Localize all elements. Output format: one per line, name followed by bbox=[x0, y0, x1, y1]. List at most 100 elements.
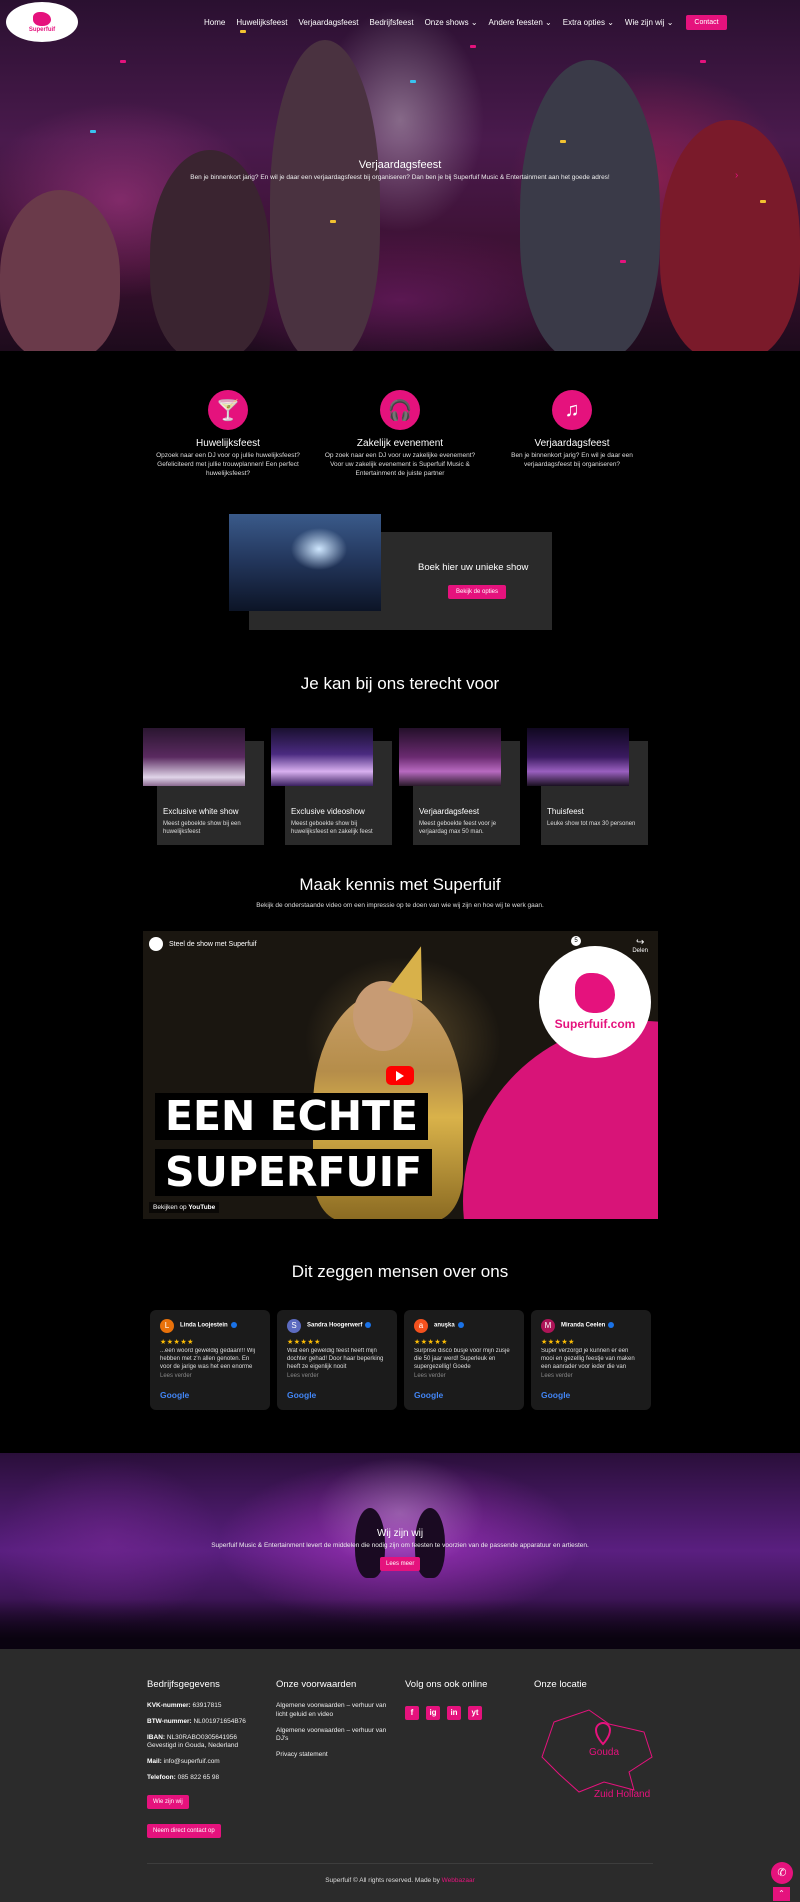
services-title: Je kan bij ons terecht voor bbox=[300, 674, 500, 693]
whatsapp-icon[interactable]: ✆ bbox=[771, 1862, 793, 1884]
youtube-icon[interactable]: yt bbox=[468, 1706, 482, 1720]
youtube-video-embed[interactable]: Superfuif.com Steel de show met Superfui… bbox=[143, 931, 658, 1219]
avatar: S bbox=[287, 1319, 301, 1333]
watch-on-youtube[interactable]: Bekijken op YouTube bbox=[149, 1202, 220, 1213]
facebook-icon[interactable]: f bbox=[405, 1706, 419, 1720]
read-more-button[interactable]: Lees meer bbox=[380, 1557, 421, 1571]
hero-person bbox=[520, 60, 660, 351]
hero-section: Superfuif Home Huwelijksfeest Verjaardag… bbox=[0, 0, 800, 351]
footer-divider bbox=[147, 1863, 653, 1864]
map-city: Gouda bbox=[589, 1747, 620, 1758]
service-card-white-show[interactable]: Exclusive white show Meest geboekte show… bbox=[143, 728, 264, 845]
slider-next-arrow-icon[interactable]: › bbox=[735, 170, 745, 181]
about-title: Wij zijn wij bbox=[376, 1528, 424, 1539]
verified-icon bbox=[365, 1322, 372, 1328]
feature-huwelijksfeest[interactable]: 🍸 Huwelijksfeest Opzoek naar een DJ voor… bbox=[148, 390, 308, 478]
video-headline-1: EEN ECHTE bbox=[155, 1093, 428, 1141]
footer-location: Onze locatie Gouda Zuid Holland bbox=[534, 1679, 664, 1802]
verified-icon bbox=[608, 1322, 615, 1328]
play-button[interactable] bbox=[386, 1066, 414, 1085]
party-hat bbox=[387, 940, 439, 1002]
footer-company: Bedrijfsgegevens KVK-nummer: 63917815 BT… bbox=[147, 1679, 262, 1848]
hero-title: Verjaardagsfeest bbox=[358, 159, 442, 171]
dj-stage-image bbox=[229, 514, 381, 611]
footer-terms: Onze voorwaarden Algemene voorwaarden – … bbox=[276, 1679, 391, 1767]
chevron-down-icon: ⌄ bbox=[545, 18, 552, 27]
share-button[interactable]: ↪ Delen bbox=[632, 937, 648, 954]
instagram-icon[interactable]: ig bbox=[426, 1706, 440, 1720]
rating-stars: ★★★★★ bbox=[414, 1339, 448, 1346]
hero-person bbox=[660, 120, 800, 351]
service-card-verjaardagsfeest[interactable]: Verjaardagsfeest Meest geboekte feest vo… bbox=[399, 728, 520, 845]
cocktail-icon: 🍸 bbox=[208, 390, 248, 430]
chevron-down-icon: ⌄ bbox=[470, 18, 478, 27]
verified-icon bbox=[230, 1322, 237, 1328]
read-more-link[interactable]: Lees verder bbox=[414, 1373, 446, 1379]
rating-stars: ★★★★★ bbox=[287, 1339, 321, 1346]
review-card: L Linda Loojestein ★★★★★ ...een woord ge… bbox=[150, 1310, 270, 1410]
chevron-down-icon: ⌄ bbox=[607, 18, 614, 27]
music-note-icon: ♫ bbox=[552, 390, 592, 430]
nav-onze-shows[interactable]: Onze shows ⌄ bbox=[425, 18, 478, 27]
video-title[interactable]: Steel de show met Superfuif bbox=[169, 941, 257, 948]
avatar: a bbox=[414, 1319, 428, 1333]
intro-title: Maak kennis met Superfuif bbox=[299, 875, 501, 894]
map-region: Zuid Holland bbox=[594, 1789, 651, 1800]
review-card: S Sandra Hoogerwerf ★★★★★ Wat een geweld… bbox=[277, 1310, 397, 1410]
footer-social: Volg ons ook online f ig in yt bbox=[405, 1679, 520, 1720]
chevron-down-icon: ⌄ bbox=[666, 18, 674, 27]
nav-wie-zijn-wij[interactable]: Wie zijn wij ⌄ bbox=[625, 18, 674, 27]
privacy-link[interactable]: Privacy statement bbox=[276, 1751, 391, 1760]
who-are-we-button[interactable]: Wie zijn wij bbox=[147, 1794, 189, 1809]
contact-button[interactable]: Contact bbox=[686, 15, 727, 30]
feature-zakelijk-evenement[interactable]: 🎧 Zakelijk evenement Op zoek naar een DJ… bbox=[320, 390, 480, 478]
terms-link-dj[interactable]: Algemene voorwaarden – verhuur van DJ's bbox=[276, 1727, 391, 1745]
verjaardagsfeest-image bbox=[399, 728, 501, 786]
logo-dancer-icon bbox=[33, 11, 51, 26]
headphones-icon: 🎧 bbox=[380, 390, 420, 430]
read-more-link[interactable]: Lees verder bbox=[287, 1373, 319, 1379]
reviews-title: Dit zeggen mensen over ons bbox=[291, 1262, 509, 1281]
nav-home[interactable]: Home bbox=[204, 18, 225, 27]
main-nav: Home Huwelijksfeest Verjaardagsfeest Bed… bbox=[204, 15, 727, 30]
about-section: Wij zijn wij Superfuif Music & Entertain… bbox=[0, 1453, 800, 1649]
linkedin-icon[interactable]: in bbox=[447, 1706, 461, 1720]
terms-link-av[interactable]: Algemene voorwaarden – verhuur van licht… bbox=[276, 1702, 391, 1720]
service-card-thuisfeest[interactable]: Thuisfeest Leuke show tot max 30 persone… bbox=[527, 728, 648, 845]
nav-huwelijksfeest[interactable]: Huwelijksfeest bbox=[236, 18, 287, 27]
read-more-link[interactable]: Lees verder bbox=[160, 1373, 192, 1379]
google-logo: Google bbox=[414, 1390, 444, 1400]
channel-avatar[interactable] bbox=[149, 937, 163, 951]
rating-stars: ★★★★★ bbox=[160, 1339, 194, 1346]
maker-link[interactable]: Webbazaar bbox=[442, 1877, 475, 1884]
about-text: Superfuif Music & Entertainment levert d… bbox=[211, 1542, 589, 1549]
nav-extra-opties[interactable]: Extra opties ⌄ bbox=[563, 18, 614, 27]
verified-icon bbox=[457, 1322, 464, 1328]
crowd-silhouette bbox=[0, 1599, 800, 1649]
hero-subtitle: Ben je binnenkort jarig? En wil je daar … bbox=[190, 174, 610, 181]
copyright: Superfuif © All rights reserved. Made by… bbox=[325, 1877, 475, 1884]
back-to-top-icon[interactable]: ⌃ bbox=[773, 1887, 790, 1901]
contact-direct-button[interactable]: Neem direct contact op bbox=[147, 1823, 221, 1838]
feature-verjaardagsfeest[interactable]: ♫ Verjaardagsfeest Ben je binnenkort jar… bbox=[492, 390, 652, 470]
map-pin-icon bbox=[594, 1722, 612, 1746]
nav-verjaardagsfeest[interactable]: Verjaardagsfeest bbox=[298, 18, 358, 27]
share-icon: ↪ bbox=[635, 937, 645, 948]
site-logo[interactable]: Superfuif bbox=[6, 2, 78, 42]
video-headline-2: SUPERFUIF bbox=[155, 1149, 433, 1197]
email-link[interactable]: info@superfuif.com bbox=[164, 1758, 220, 1765]
google-logo: Google bbox=[160, 1390, 190, 1400]
view-options-button[interactable]: Bekijk de opties bbox=[448, 585, 507, 599]
google-logo: Google bbox=[287, 1390, 317, 1400]
white-show-image bbox=[143, 728, 245, 786]
logo-dancer-icon bbox=[575, 973, 615, 1013]
video-header: Steel de show met Superfuif bbox=[149, 937, 257, 951]
nav-bedrijfsfeest[interactable]: Bedrijfsfeest bbox=[370, 18, 414, 27]
superfuif-video-logo: Superfuif.com bbox=[539, 946, 651, 1058]
nav-andere-feesten[interactable]: Andere feesten ⌄ bbox=[489, 18, 552, 27]
service-card-videoshow[interactable]: Exclusive videoshow Meest geboekte show … bbox=[271, 728, 392, 845]
watch-later-icon[interactable]: 5 bbox=[571, 936, 581, 946]
phone-link[interactable]: 085 822 65 98 bbox=[178, 1774, 220, 1781]
read-more-link[interactable]: Lees verder bbox=[541, 1373, 573, 1379]
footer: Bedrijfsgegevens KVK-nummer: 63917815 BT… bbox=[0, 1649, 800, 1902]
